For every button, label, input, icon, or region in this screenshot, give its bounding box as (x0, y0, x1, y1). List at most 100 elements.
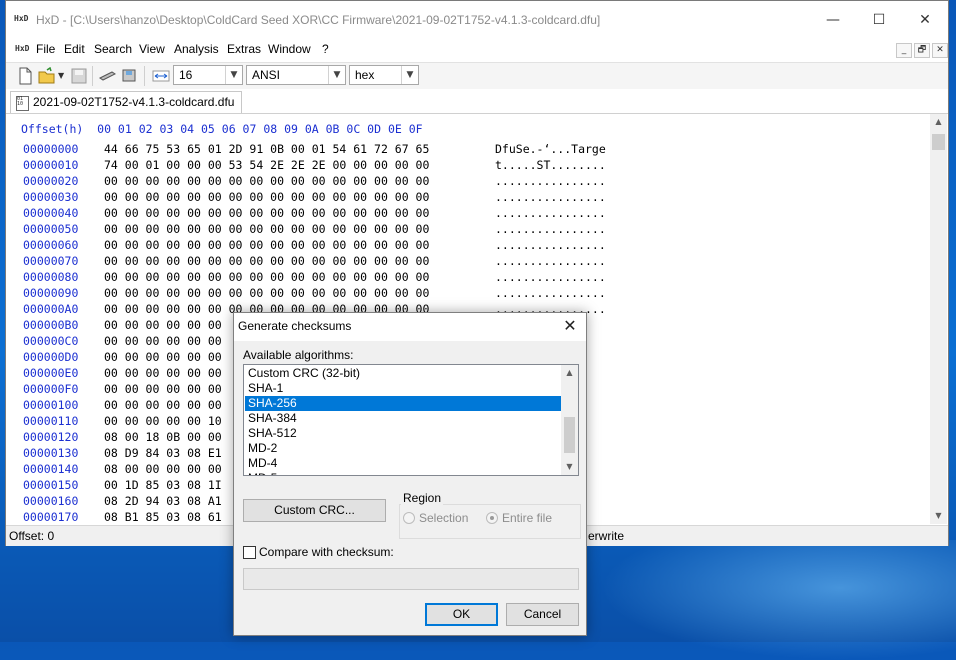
row-hex-bytes: 00 1D 85 03 08 1I (104, 478, 222, 492)
menu-analysis[interactable]: Analysis (174, 42, 219, 56)
row-offset: 00000110 (23, 414, 79, 428)
row-ascii: ................ (495, 238, 606, 252)
row-offset: 00000060 (23, 238, 79, 252)
hex-row[interactable]: 00000000 44 66 75 53 65 01 2D 91 0B 00 01… (6, 142, 930, 158)
region-entire-file-label: Entire file (502, 511, 553, 525)
menu-file[interactable]: File (36, 42, 55, 56)
save-icon[interactable] (70, 67, 88, 85)
scroll-down-icon[interactable]: ▼ (930, 508, 947, 524)
hex-row[interactable]: 00000020 00 00 00 00 00 00 00 00 00 00 00… (6, 174, 930, 190)
hex-row[interactable]: 00000050 00 00 00 00 00 00 00 00 00 00 00… (6, 222, 930, 238)
row-ascii: ................ (495, 206, 606, 220)
row-hex-bytes: 74 00 01 00 00 00 53 54 2E 2E 2E 00 00 0… (104, 158, 430, 172)
hex-row[interactable]: 00000070 00 00 00 00 00 00 00 00 00 00 00… (6, 254, 930, 270)
document-tab[interactable]: 01 10 2021-09-02T1752-v4.1.3-coldcard.dfu (10, 91, 242, 113)
mdi-minimize-button[interactable]: _ (896, 43, 912, 58)
dialog-title: Generate checksums (238, 319, 352, 333)
row-ascii: ................ (495, 286, 606, 300)
row-offset: 00000100 (23, 398, 79, 412)
hex-row[interactable]: 00000040 00 00 00 00 00 00 00 00 00 00 00… (6, 206, 930, 222)
menu-window[interactable]: Window (268, 42, 311, 56)
row-hex-bytes: 08 D9 84 03 08 E1 (104, 446, 222, 460)
row-hex-bytes: 00 00 00 00 00 00 (104, 350, 222, 364)
chevron-down-icon: ▼ (225, 66, 242, 84)
dialog-title-bar[interactable]: Generate checksums ✕ (234, 313, 586, 341)
menu-view[interactable]: View (139, 42, 165, 56)
open-dropdown-arrow-icon[interactable]: ▼ (58, 67, 68, 85)
row-hex-bytes: 00 00 00 00 00 00 00 00 00 00 00 00 00 0… (104, 238, 430, 252)
hex-row[interactable]: 00000080 00 00 00 00 00 00 00 00 00 00 00… (6, 270, 930, 286)
row-offset: 00000120 (23, 430, 79, 444)
hex-row[interactable]: 00000090 00 00 00 00 00 00 00 00 00 00 00… (6, 286, 930, 302)
toolbar-separator (144, 66, 145, 86)
algorithm-item[interactable]: SHA-512 (245, 426, 561, 441)
hex-row[interactable]: 00000060 00 00 00 00 00 00 00 00 00 00 00… (6, 238, 930, 254)
compare-checkbox[interactable] (243, 546, 256, 559)
row-hex-bytes: 44 66 75 53 65 01 2D 91 0B 00 01 54 61 7… (104, 142, 430, 156)
chevron-down-icon: ▼ (401, 66, 418, 84)
scroll-down-icon[interactable]: ▼ (561, 459, 578, 475)
maximize-button[interactable]: ☐ (856, 1, 902, 39)
row-offset: 000000A0 (23, 302, 79, 316)
algorithm-item[interactable]: SHA-384 (245, 411, 561, 426)
algorithm-item[interactable]: MD-5 (245, 471, 561, 475)
scrollbar-thumb[interactable] (932, 134, 945, 150)
listbox-scrollbar-thumb[interactable] (564, 417, 575, 453)
menu-extras[interactable]: Extras (227, 42, 261, 56)
row-hex-bytes: 08 00 18 0B 00 00 (104, 430, 222, 444)
mdi-restore-button[interactable]: 🗗 (914, 43, 930, 58)
window-title: HxD - [C:\Users\hanzo\Desktop\ColdCard S… (36, 13, 601, 27)
listbox-scrollbar[interactable]: ▲ ▼ (561, 365, 578, 475)
dialog-close-icon[interactable]: ✕ (560, 316, 580, 336)
region-entire-file-radio[interactable] (486, 512, 498, 524)
compare-checksum-input[interactable] (243, 568, 579, 590)
menu-help[interactable]: ? (322, 42, 329, 56)
mdi-close-button[interactable]: ✕ (932, 43, 948, 58)
row-offset: 00000080 (23, 270, 79, 284)
row-hex-bytes: 08 B1 85 03 08 61 (104, 510, 222, 524)
hex-row[interactable]: 00000010 74 00 01 00 00 00 53 54 2E 2E 2E… (6, 158, 930, 174)
row-offset: 00000150 (23, 478, 79, 492)
charset-select[interactable]: ANSI ▼ (246, 65, 346, 85)
algorithm-item[interactable]: SHA-1 (245, 381, 561, 396)
bytes-per-row-select[interactable]: 16 ▼ (173, 65, 243, 85)
title-bar[interactable]: HxD HxD - [C:\Users\hanzo\Desktop\ColdCa… (6, 1, 948, 39)
row-offset: 000000E0 (23, 366, 79, 380)
document-tab-label: 2021-09-02T1752-v4.1.3-coldcard.dfu (33, 95, 235, 109)
compare-label: Compare with checksum: (259, 545, 394, 559)
minimize-button[interactable]: — (810, 1, 856, 39)
row-ascii: ................ (495, 270, 606, 284)
toolbar: ▼ 16 ▼ ANSI ▼ hex ▼ (6, 62, 948, 90)
cancel-button[interactable]: Cancel (506, 603, 579, 626)
algorithm-item[interactable]: MD-2 (245, 441, 561, 456)
scroll-up-icon[interactable]: ▲ (561, 365, 578, 381)
algorithm-item[interactable]: SHA-256 (245, 396, 561, 411)
new-file-icon[interactable] (16, 67, 34, 85)
menu-search[interactable]: Search (94, 42, 132, 56)
close-button[interactable]: ✕ (902, 1, 948, 39)
custom-crc-button[interactable]: Custom CRC... (243, 499, 386, 522)
menu-edit[interactable]: Edit (64, 42, 85, 56)
document-icon[interactable]: HxD (15, 42, 33, 56)
offset-base-select[interactable]: hex ▼ (349, 65, 419, 85)
row-hex-bytes: 00 00 00 00 00 00 00 00 00 00 00 00 00 0… (104, 190, 430, 204)
vertical-scrollbar[interactable]: ▲ ▼ (930, 114, 947, 524)
hex-file-icon: 01 10 (16, 96, 29, 111)
ok-button[interactable]: OK (425, 603, 498, 626)
row-offset: 00000030 (23, 190, 79, 204)
row-offset: 00000160 (23, 494, 79, 508)
ram-icon[interactable] (98, 67, 116, 85)
region-selection-radio[interactable] (403, 512, 415, 524)
row-hex-bytes: 00 00 00 00 00 00 00 00 00 00 00 00 00 0… (104, 174, 430, 188)
toolbar-separator (92, 66, 93, 86)
algorithm-item[interactable]: Custom CRC (32-bit) (245, 366, 561, 381)
row-offset: 00000170 (23, 510, 79, 524)
hex-row[interactable]: 00000030 00 00 00 00 00 00 00 00 00 00 00… (6, 190, 930, 206)
row-hex-bytes: 00 00 00 00 00 00 00 00 00 00 00 00 00 0… (104, 270, 430, 284)
algorithms-listbox[interactable]: Custom CRC (32-bit) SHA-1 SHA-256 SHA-384 SH… (243, 364, 579, 476)
algorithm-item[interactable]: MD-4 (245, 456, 561, 471)
open-folder-icon[interactable] (38, 67, 56, 85)
bytes-per-row-value: 16 (179, 68, 193, 82)
disk-icon[interactable] (120, 67, 138, 85)
scroll-up-icon[interactable]: ▲ (930, 114, 947, 130)
